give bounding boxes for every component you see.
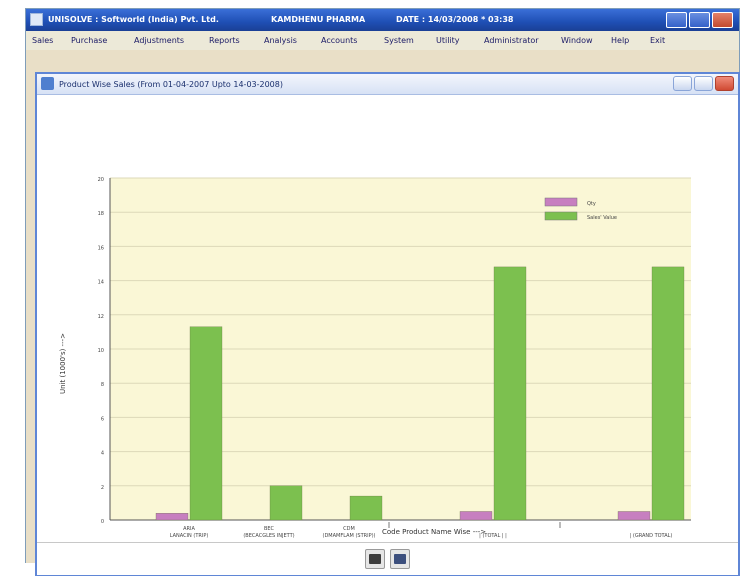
- menu-reports[interactable]: Reports: [209, 36, 240, 45]
- legend-label-sales-value: Sales' Value: [587, 215, 617, 221]
- bar-qty: [155, 513, 189, 521]
- y-tick-label: 10: [98, 348, 104, 354]
- menubar: Sales Purchase Adjustments Reports Analy…: [26, 31, 739, 50]
- menu-adjustments[interactable]: Adjustments: [134, 36, 184, 45]
- y-tick-label: 6: [101, 416, 104, 422]
- x-tick-label-line1: BEC: [264, 526, 275, 532]
- y-tick-label: 18: [98, 211, 104, 217]
- x-tick-label-line1: ARIA: [183, 526, 195, 532]
- exit-icon: [394, 554, 406, 564]
- bar-sales-value: [493, 266, 527, 521]
- close-icon[interactable]: [712, 12, 733, 28]
- menu-sales[interactable]: Sales: [32, 36, 53, 45]
- maximize-icon[interactable]: [689, 12, 710, 28]
- mdi-workspace: Product Wise Sales (From 01-04-2007 Upto…: [26, 50, 740, 576]
- y-tick-label: 20: [98, 177, 104, 183]
- chart-area: 0 2 4 6 8 10 12 14 16 18 20 ARIA LANACIN (TRIP) BEC (B…: [37, 94, 738, 542]
- app-icon: [30, 13, 43, 26]
- y-tick-label: 8: [101, 382, 104, 388]
- y-tick-label: 12: [98, 314, 104, 320]
- legend-swatch-qty: [544, 197, 578, 207]
- app-titlebar: UNISOLVE : Softworld (India) Pvt. Ltd. K…: [26, 9, 739, 31]
- y-tick-label: 0: [101, 519, 104, 525]
- exit-button[interactable]: [390, 549, 410, 569]
- printer-icon: [369, 554, 381, 564]
- menu-analysis[interactable]: Analysis: [264, 36, 297, 45]
- y-tick-label: 14: [98, 280, 104, 286]
- bar-sales-value: [269, 485, 303, 521]
- date-display: DATE : 14/03/2008 * 03:38: [396, 15, 514, 24]
- menu-accounts[interactable]: Accounts: [321, 36, 357, 45]
- x-tick-label-line2: | (GRAND TOTAL): [630, 533, 673, 539]
- y-axis-label: Unit (1000's) --->: [59, 333, 67, 394]
- bar-sales-value: [349, 495, 383, 521]
- chart-svg: 0 2 4 6 8 10 12 14 16 18 20 ARIALANACIN (TRIP) BEC(B…: [98, 177, 691, 539]
- legend-label-qty: Qty: [587, 201, 596, 207]
- menu-help[interactable]: Help: [611, 36, 629, 45]
- y-tick-label: 16: [98, 245, 104, 251]
- menu-system[interactable]: System: [384, 36, 414, 45]
- x-tick-label-line2: LANACIN (TRIP): [170, 533, 209, 539]
- y-tick-label: 2: [101, 485, 104, 491]
- bar-qty: [459, 511, 493, 521]
- menu-purchase[interactable]: Purchase: [71, 36, 107, 45]
- report-title: Product Wise Sales (From 01-04-2007 Upto…: [59, 80, 283, 89]
- x-tick-label-line2: (BECACGLES INJETT): [243, 533, 294, 539]
- legend-swatch-sales-value: [544, 211, 578, 221]
- report-window-controls: [673, 76, 734, 91]
- menu-exit[interactable]: Exit: [650, 36, 665, 45]
- menu-window[interactable]: Window: [561, 36, 593, 45]
- bottom-toolbar: [37, 542, 738, 575]
- x-axis-label: Code Product Name Wise --->: [382, 528, 487, 536]
- company-name: KAMDHENU PHARMA: [271, 15, 366, 24]
- close-icon[interactable]: [715, 76, 734, 91]
- y-tick-label: 4: [101, 451, 104, 457]
- window-controls: [666, 12, 733, 28]
- menu-administrator[interactable]: Administrator: [484, 36, 539, 45]
- app-title: UNISOLVE : Softworld (India) Pvt. Ltd.: [48, 15, 219, 24]
- x-tick-label-line2: (DMAMFLAM (STRIP)): [323, 533, 376, 539]
- menu-utility[interactable]: Utility: [436, 36, 460, 45]
- minimize-icon[interactable]: [666, 12, 687, 28]
- x-tick-label-line1: CDM: [343, 526, 355, 532]
- report-window: Product Wise Sales (From 01-04-2007 Upto…: [35, 72, 740, 576]
- minimize-icon[interactable]: [673, 76, 692, 91]
- bar-sales-value: [189, 326, 223, 521]
- restore-icon[interactable]: [694, 76, 713, 91]
- report-window-icon: [41, 77, 54, 90]
- bar-sales-value: [651, 266, 685, 521]
- print-button[interactable]: [365, 549, 385, 569]
- report-titlebar: Product Wise Sales (From 01-04-2007 Upto…: [37, 74, 738, 95]
- app-window: UNISOLVE : Softworld (India) Pvt. Ltd. K…: [25, 8, 740, 576]
- bar-qty: [617, 511, 651, 521]
